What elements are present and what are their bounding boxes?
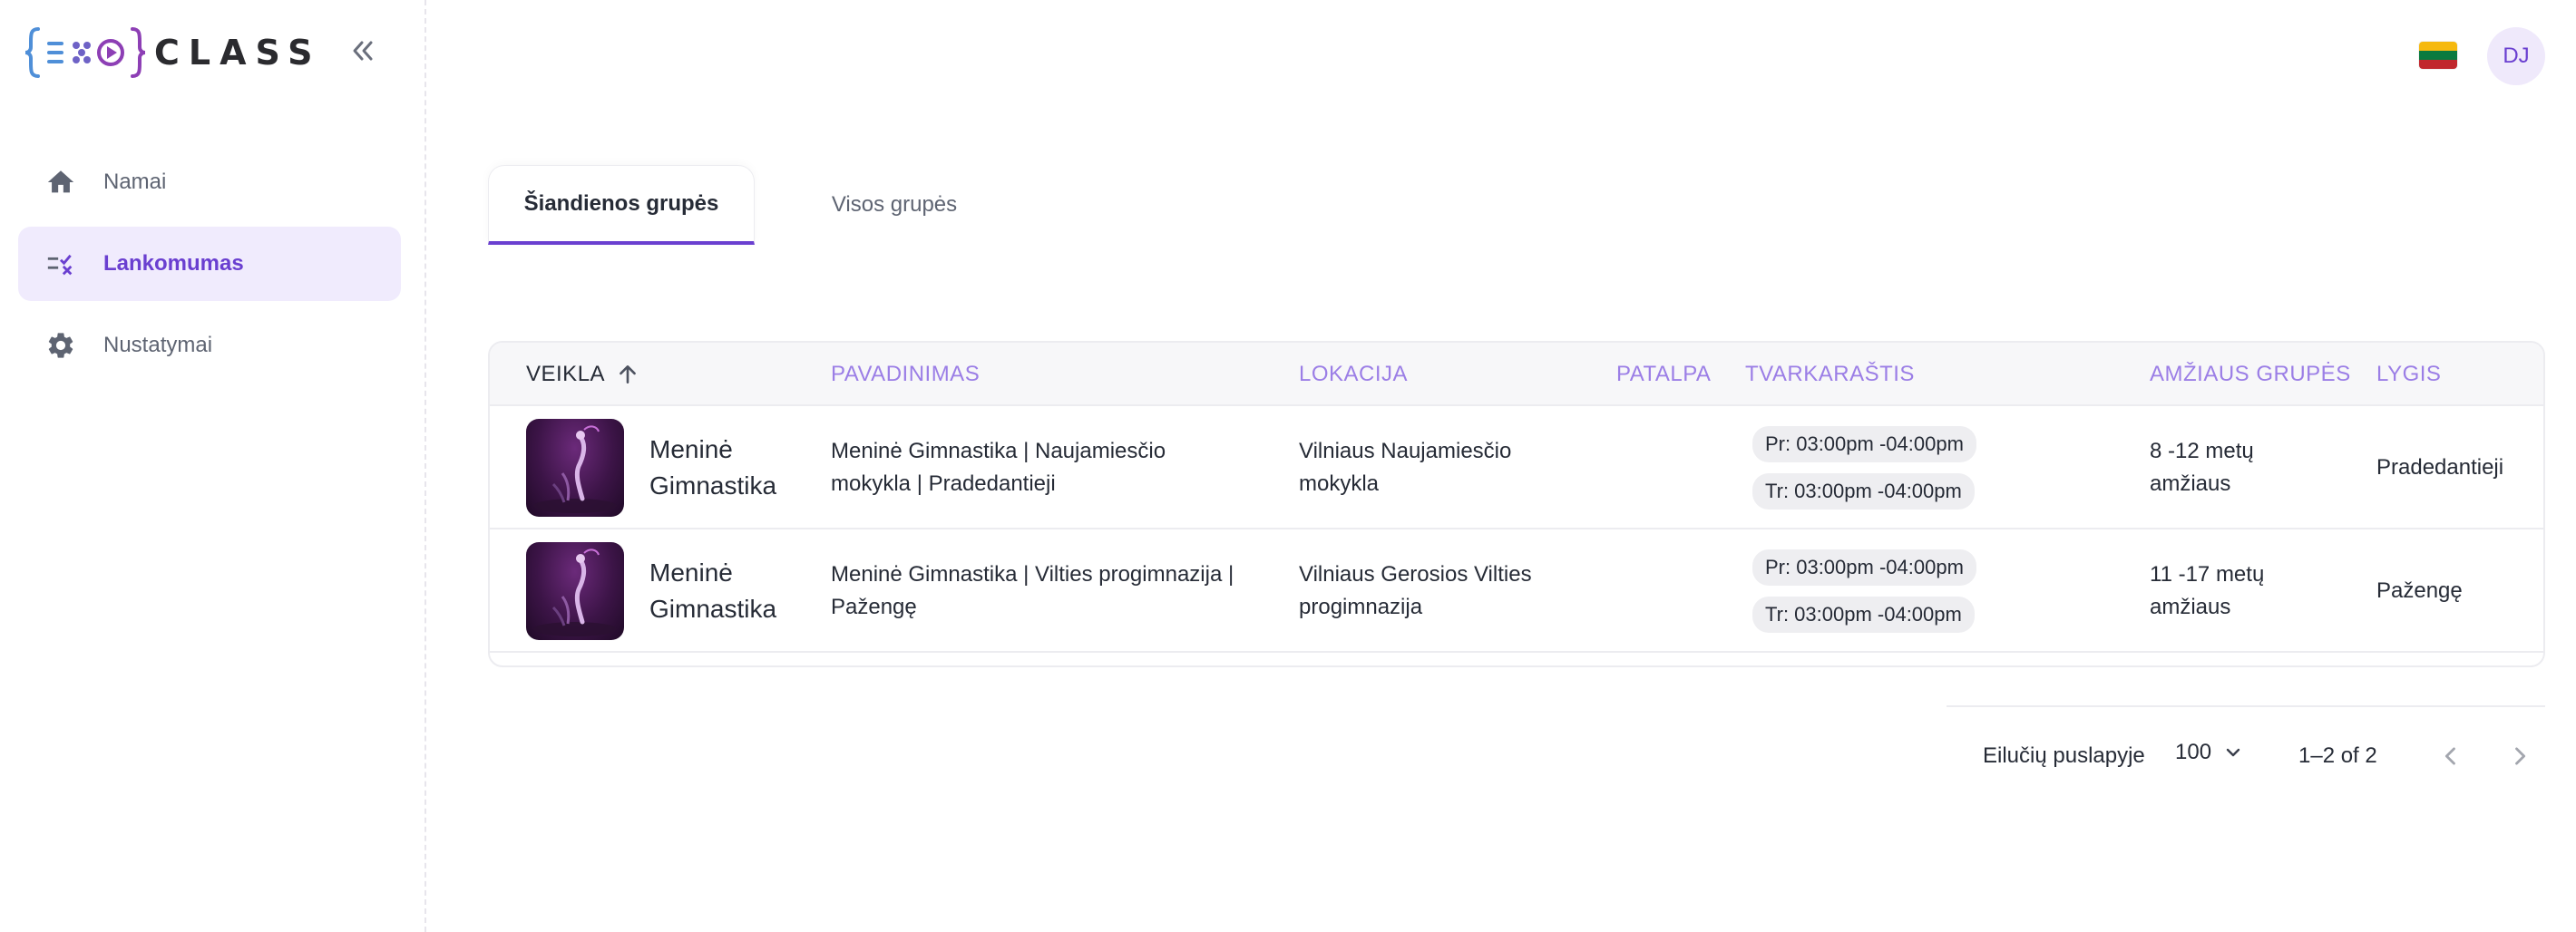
activity-name-line: Gimnastika bbox=[649, 471, 777, 500]
column-header-veikla[interactable]: VEIKLA bbox=[526, 343, 639, 406]
name-cell: Meninė Gimnastika | Naujamiesčio mokykla… bbox=[831, 439, 1166, 496]
chevron-right-icon bbox=[2515, 747, 2526, 765]
table-header: VEIKLA PAVADINIMAS LOKACIJA PATALPA TVAR… bbox=[490, 343, 2543, 406]
app-logo[interactable]: CLASS bbox=[25, 24, 322, 82]
name-cell: Meninė Gimnastika | Vilties progimnazija… bbox=[831, 562, 1234, 619]
column-header-patalpa[interactable]: PATALPA bbox=[1616, 343, 1711, 406]
activity-cell: Meninė Gimnastika bbox=[526, 406, 776, 529]
sidebar-nav: Namai Lankomumas Nustatymai bbox=[18, 145, 401, 390]
activity-name-line: Meninė bbox=[649, 435, 733, 463]
sidebar-item-label: Nustatymai bbox=[103, 333, 213, 357]
schedule-chip: Pr: 03:00pm -04:00pm bbox=[1752, 426, 1976, 462]
language-flag-lt[interactable] bbox=[2419, 42, 2457, 69]
logo-text: CLASS bbox=[154, 33, 322, 73]
sidebar-item-label: Namai bbox=[103, 170, 167, 194]
user-avatar[interactable]: DJ bbox=[2487, 27, 2545, 85]
schedule-chip: Tr: 03:00pm -04:00pm bbox=[1752, 597, 1975, 633]
sort-ascending-icon bbox=[620, 365, 636, 383]
column-header-lygis[interactable]: LYGIS bbox=[2376, 343, 2441, 406]
schedule-cell: Pr: 03:00pm -04:00pm Tr: 03:00pm -04:00p… bbox=[1752, 406, 1976, 529]
table-row[interactable]: Meninė Gimnastika Meninė Gimnastika | Vi… bbox=[490, 529, 2543, 653]
location-cell: Vilniaus Gerosios Vilties progimnazija bbox=[1299, 562, 1532, 619]
rows-per-page-select[interactable]: 100 bbox=[2175, 740, 2244, 765]
sidebar-item-namai[interactable]: Namai bbox=[18, 145, 401, 219]
pagination-range: 1–2 of 2 bbox=[2298, 743, 2377, 768]
chevron-down-icon bbox=[2226, 748, 2240, 757]
location-cell: Vilniaus Naujamiesčio mokykla bbox=[1299, 439, 1512, 496]
age-group-cell: 8 -12 metų amžiaus bbox=[2150, 439, 2254, 496]
rows-per-page-label: Eilučių puslapyje bbox=[1983, 743, 2145, 768]
attendance-icon bbox=[44, 247, 78, 281]
column-header-amziaus-grupes[interactable]: AMŽIAUS GRUPĖS bbox=[2150, 343, 2351, 406]
group-tabs: Šiandienos grupės Visos grupės bbox=[488, 165, 1034, 245]
sidebar-item-nustatymai[interactable]: Nustatymai bbox=[18, 308, 401, 383]
sidebar: CLASS Namai Lankomumas Nustatymai bbox=[0, 0, 426, 932]
previous-page-button[interactable] bbox=[2429, 734, 2473, 778]
sidebar-item-lankomumas[interactable]: Lankomumas bbox=[18, 227, 401, 301]
next-page-button[interactable] bbox=[2498, 734, 2542, 778]
column-header-lokacija[interactable]: LOKACIJA bbox=[1299, 343, 1408, 406]
schedule-chip: Pr: 03:00pm -04:00pm bbox=[1752, 549, 1976, 586]
schedule-cell: Pr: 03:00pm -04:00pm Tr: 03:00pm -04:00p… bbox=[1752, 529, 1976, 653]
activity-name-line: Meninė bbox=[649, 558, 733, 587]
level-cell: Pradedantieji bbox=[2376, 455, 2504, 480]
home-icon bbox=[44, 165, 78, 199]
double-chevron-left-icon bbox=[353, 41, 373, 61]
groups-table: VEIKLA PAVADINIMAS LOKACIJA PATALPA TVAR… bbox=[488, 341, 2545, 667]
collapse-sidebar-button[interactable] bbox=[345, 33, 381, 69]
table-row[interactable]: Meninė Gimnastika Meninė Gimnastika | Na… bbox=[490, 406, 2543, 529]
age-group-cell: 11 -17 metų amžiaus bbox=[2150, 562, 2265, 619]
activity-thumbnail bbox=[526, 542, 624, 640]
chevron-left-icon bbox=[2444, 747, 2455, 765]
logo-mark-icon bbox=[25, 27, 146, 78]
column-header-tvarkarastis[interactable]: TVARKARAŠTIS bbox=[1745, 343, 1915, 406]
activity-thumbnail bbox=[526, 419, 624, 517]
gear-icon bbox=[44, 328, 78, 363]
tab-siandienos-grupes[interactable]: Šiandienos grupės bbox=[488, 165, 755, 245]
activity-cell: Meninė Gimnastika bbox=[526, 529, 776, 653]
activity-name-line: Gimnastika bbox=[649, 595, 777, 623]
level-cell: Pažengę bbox=[2376, 578, 2463, 603]
app-root: CLASS Namai Lankomumas Nustatymai DJ Šia… bbox=[0, 0, 2576, 932]
schedule-chip: Tr: 03:00pm -04:00pm bbox=[1752, 473, 1975, 510]
table-pagination: Eilučių puslapyje 100 1–2 of 2 bbox=[1947, 705, 2545, 805]
sidebar-item-label: Lankomumas bbox=[103, 251, 244, 276]
tab-visos-grupes[interactable]: Visos grupės bbox=[755, 165, 1034, 245]
column-header-pavadinimas[interactable]: PAVADINIMAS bbox=[831, 343, 980, 406]
